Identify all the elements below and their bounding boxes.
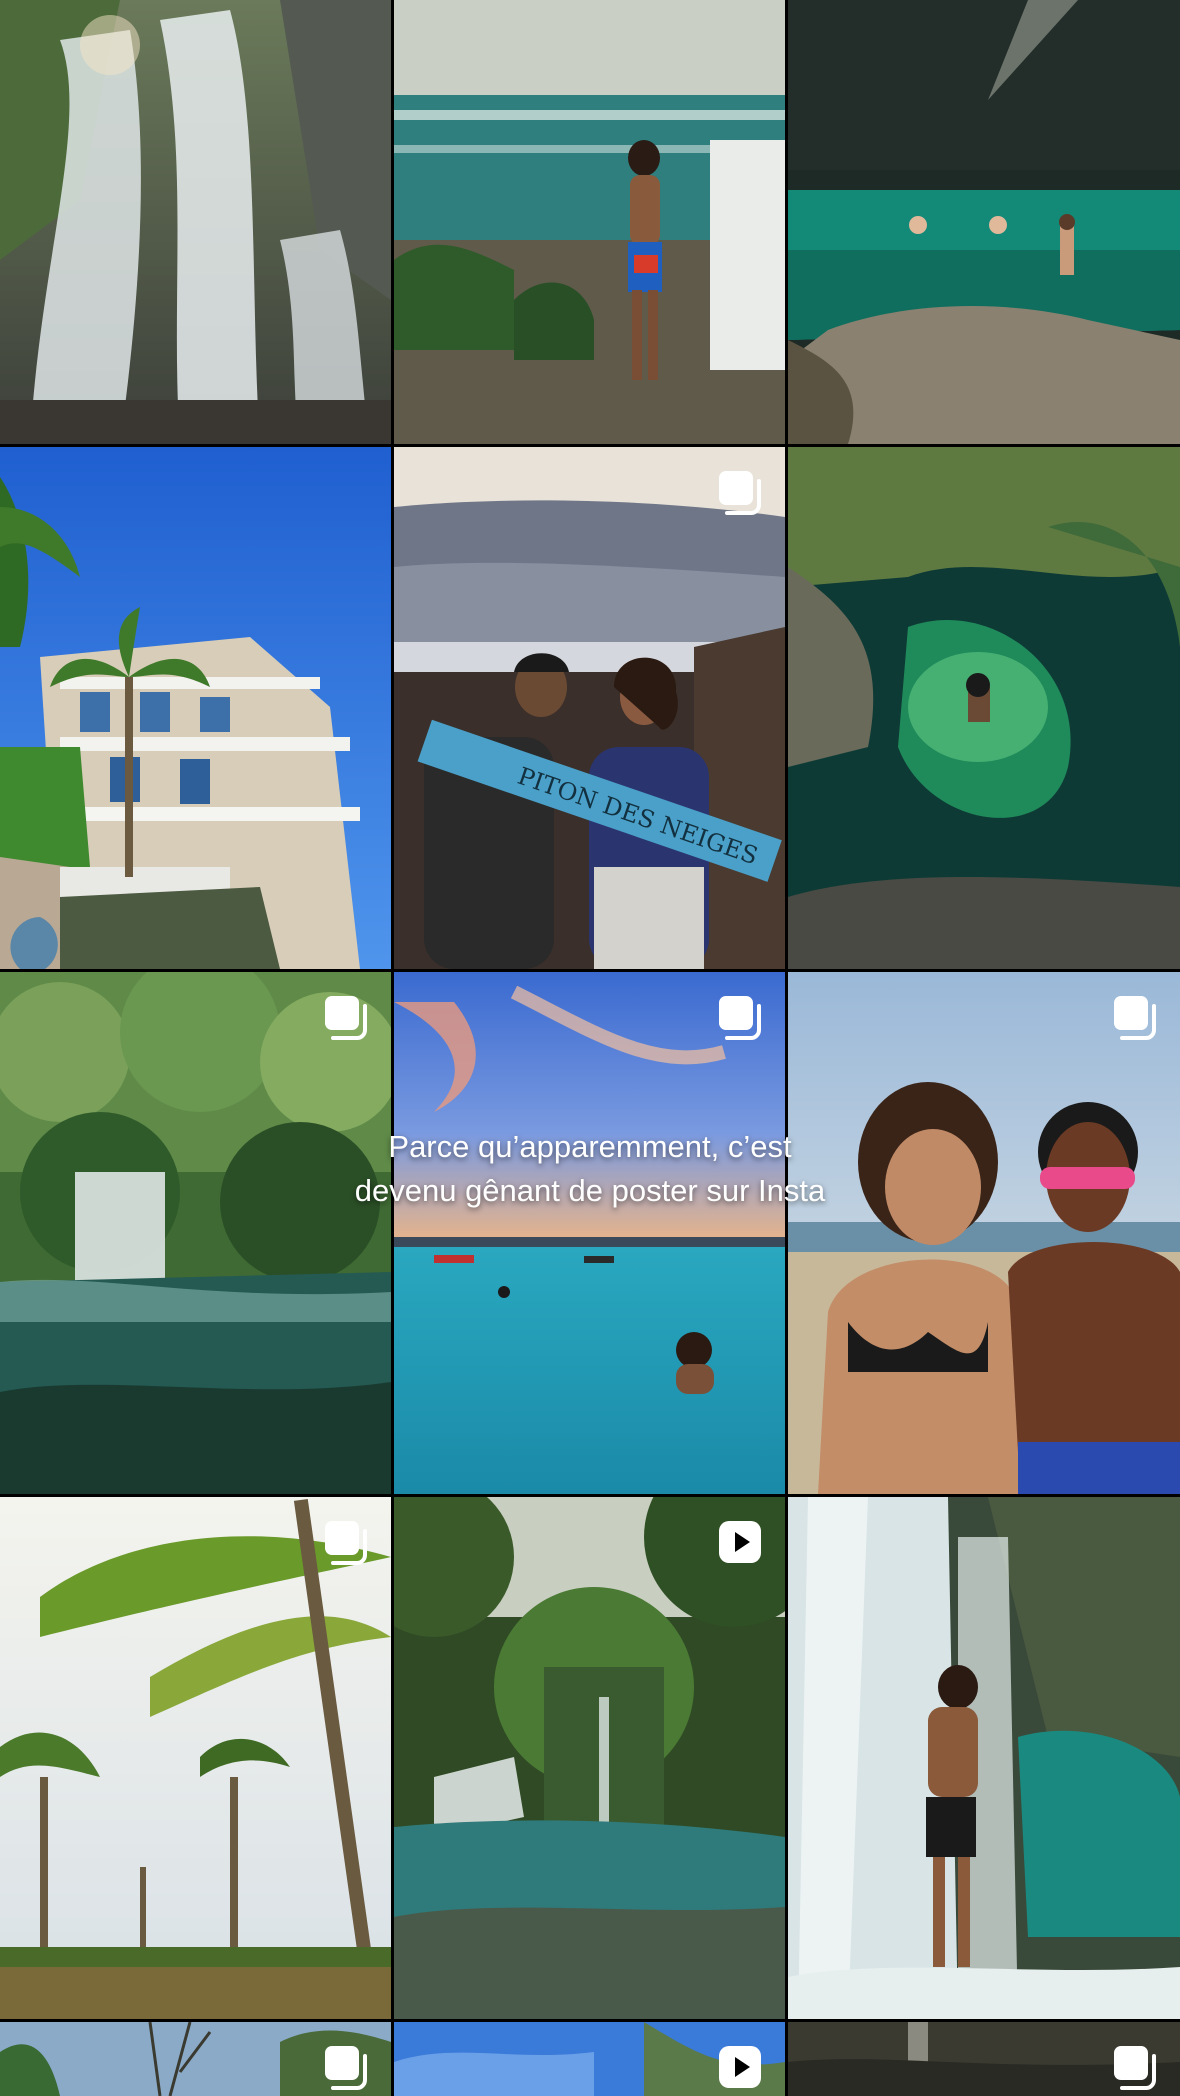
post-tile-partial-sky-tile[interactable] [394, 2022, 785, 2096]
post-tile-couple-beach-selfie[interactable] [788, 972, 1180, 1494]
post-tile-sunset-sea-swimmers[interactable] [394, 972, 785, 1494]
palm-trees-sunlight-image [0, 1497, 391, 2019]
profile-post-grid: PITON DES NEIGES Parce qu’apparemment, c… [0, 0, 1180, 2096]
cave-pool-swimmers-image [788, 0, 1180, 444]
post-tile-man-under-waterfall[interactable] [788, 1497, 1180, 2019]
sunset-sea-swimmers-image [394, 972, 785, 1494]
piton-sign: PITON DES NEIGES [417, 719, 782, 882]
post-tile-palm-trees-sunlight[interactable] [0, 1497, 391, 2019]
carousel-icon [321, 992, 371, 1042]
post-tile-cave-pool-swimmers[interactable] [788, 0, 1180, 444]
carousel-icon [321, 1517, 371, 1567]
post-tile-colonial-mansion-palms[interactable] [0, 447, 391, 969]
reel-icon [715, 2042, 765, 2092]
post-tile-piton-des-neiges-couple[interactable]: PITON DES NEIGES [394, 447, 785, 969]
post-tile-forest-river-waterfall[interactable] [394, 1497, 785, 2019]
jungle-waterfall-pool-image [0, 972, 391, 1494]
carousel-icon [715, 467, 765, 517]
forest-river-waterfall-image [394, 1497, 785, 2019]
couple-beach-selfie-image [788, 972, 1180, 1494]
carousel-icon [1110, 2042, 1160, 2092]
carousel-icon [715, 992, 765, 1042]
post-tile-boy-ocean-view[interactable] [394, 0, 785, 444]
waterfall-cliff-image [0, 0, 391, 444]
post-tile-partial-tree-tile[interactable] [0, 2022, 391, 2096]
boy-ocean-view-image [394, 0, 785, 444]
man-under-waterfall-image [788, 1497, 1180, 2019]
post-tile-waterfall-cliff[interactable] [0, 0, 391, 444]
post-tile-partial-dark-tile[interactable] [788, 2022, 1180, 2096]
sign-text: PITON DES NEIGES [514, 762, 761, 870]
colonial-mansion-palms-image [0, 447, 391, 969]
carousel-icon [321, 2042, 371, 2092]
reel-icon [715, 1517, 765, 1567]
post-tile-jungle-waterfall-pool[interactable] [0, 972, 391, 1494]
lagoon-swimmer-image [788, 447, 1180, 969]
carousel-icon [1110, 992, 1160, 1042]
post-tile-lagoon-swimmer[interactable] [788, 447, 1180, 969]
